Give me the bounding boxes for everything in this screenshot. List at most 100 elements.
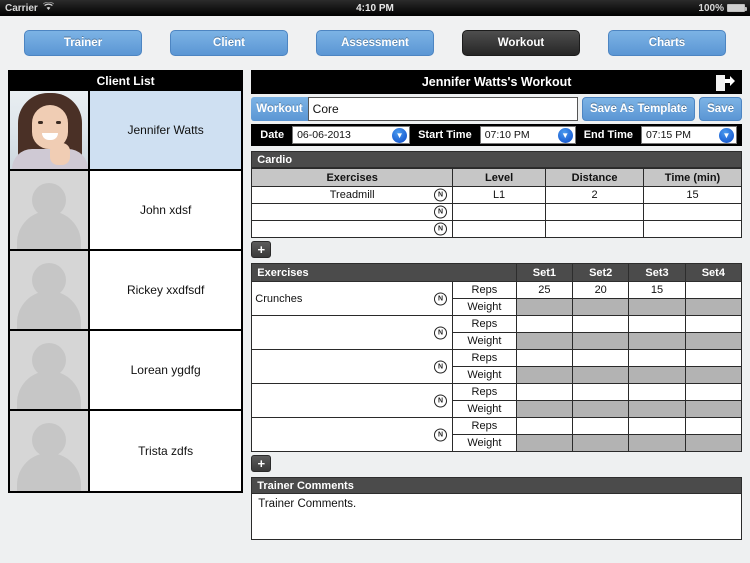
weight-cell[interactable] bbox=[572, 400, 630, 418]
note-icon[interactable]: N bbox=[434, 292, 448, 305]
cardio-level-cell[interactable] bbox=[452, 220, 547, 238]
add-cardio-row-button[interactable]: + bbox=[251, 241, 272, 258]
reps-cell[interactable] bbox=[628, 349, 686, 367]
cardio-table: Exercises Level Distance Time (min) Trea… bbox=[251, 168, 742, 238]
reps-cell[interactable] bbox=[628, 315, 686, 333]
chevron-down-icon[interactable]: ▼ bbox=[719, 128, 734, 143]
reps-cell[interactable]: 20 bbox=[572, 281, 630, 299]
cardio-distance-cell[interactable] bbox=[545, 220, 645, 238]
table-row[interactable]: N Reps bbox=[251, 315, 743, 350]
weight-cell[interactable] bbox=[628, 434, 686, 452]
page-title: Jennifer Watts's Workout bbox=[421, 75, 572, 89]
end-time-value: 07:15 PM bbox=[646, 129, 691, 141]
tab-assessment[interactable]: Assessment bbox=[316, 30, 434, 56]
reps-cell[interactable] bbox=[515, 383, 574, 401]
chevron-down-icon[interactable]: ▼ bbox=[557, 128, 573, 143]
tab-charts[interactable]: Charts bbox=[608, 30, 726, 56]
weight-cell[interactable] bbox=[628, 332, 686, 350]
list-item[interactable]: Trista zdfs bbox=[10, 411, 242, 491]
column-header-level: Level bbox=[452, 168, 547, 187]
reps-cell[interactable] bbox=[515, 315, 574, 333]
cardio-level-cell[interactable] bbox=[452, 203, 547, 221]
start-time-value: 07:10 PM bbox=[484, 129, 530, 141]
column-header-set4: Set4 bbox=[684, 263, 743, 282]
note-icon[interactable]: N bbox=[434, 360, 448, 373]
avatar bbox=[10, 171, 90, 249]
note-icon[interactable]: N bbox=[434, 205, 448, 219]
reps-cell[interactable] bbox=[684, 281, 743, 299]
weight-cell[interactable] bbox=[684, 298, 743, 316]
note-icon[interactable]: N bbox=[434, 326, 448, 339]
weight-cell[interactable] bbox=[515, 298, 574, 316]
weight-cell[interactable] bbox=[684, 434, 743, 452]
reps-cell[interactable] bbox=[515, 349, 574, 367]
table-row[interactable]: Crunches N Reps 25 20 15 bbox=[251, 281, 743, 316]
weight-cell[interactable] bbox=[628, 298, 686, 316]
table-row[interactable]: Treadmill N L1 2 15 bbox=[251, 186, 742, 204]
list-item[interactable]: Rickey xxdfsdf bbox=[10, 251, 242, 331]
weight-cell[interactable] bbox=[684, 332, 743, 350]
tab-workout[interactable]: Workout bbox=[462, 30, 580, 56]
reps-cell[interactable] bbox=[628, 417, 686, 435]
cardio-time-cell[interactable]: 15 bbox=[643, 186, 742, 204]
save-button[interactable]: Save bbox=[699, 97, 742, 121]
cardio-time-cell[interactable] bbox=[643, 220, 742, 238]
add-strength-row-button[interactable]: + bbox=[251, 455, 272, 472]
table-row[interactable]: N bbox=[251, 203, 742, 221]
weight-cell[interactable] bbox=[572, 332, 630, 350]
table-row[interactable]: N bbox=[251, 220, 742, 238]
weight-cell[interactable] bbox=[515, 332, 574, 350]
tab-client[interactable]: Client bbox=[170, 30, 288, 56]
weight-cell[interactable] bbox=[572, 434, 630, 452]
export-document-icon[interactable] bbox=[713, 73, 737, 93]
end-time-field[interactable]: 07:15 PM ▼ bbox=[641, 126, 737, 144]
cardio-time-cell[interactable] bbox=[643, 203, 742, 221]
reps-cell[interactable] bbox=[684, 417, 743, 435]
reps-cell[interactable] bbox=[572, 417, 630, 435]
column-header-set2: Set2 bbox=[572, 263, 630, 282]
weight-cell[interactable] bbox=[628, 366, 686, 384]
table-row[interactable]: N Reps bbox=[251, 383, 743, 418]
list-item[interactable]: Jennifer Watts bbox=[10, 91, 242, 171]
save-as-template-button[interactable]: Save As Template bbox=[581, 97, 696, 121]
reps-cell[interactable] bbox=[515, 417, 574, 435]
reps-cell[interactable]: 25 bbox=[515, 281, 574, 299]
weight-cell[interactable] bbox=[515, 400, 574, 418]
weight-cell[interactable] bbox=[572, 366, 630, 384]
start-time-field[interactable]: 07:10 PM ▼ bbox=[479, 126, 576, 144]
weight-cell[interactable] bbox=[515, 366, 574, 384]
chevron-down-icon[interactable]: ▼ bbox=[392, 128, 408, 143]
weight-cell[interactable] bbox=[572, 298, 630, 316]
table-row[interactable]: N Reps bbox=[251, 349, 743, 384]
avatar bbox=[10, 411, 90, 491]
weight-cell[interactable] bbox=[684, 400, 743, 418]
note-icon[interactable]: N bbox=[434, 188, 448, 202]
main-content: Client List Jennifer Watts John xdsf Ric… bbox=[0, 70, 750, 563]
client-name: Jennifer Watts bbox=[90, 91, 242, 169]
weight-cell[interactable] bbox=[628, 400, 686, 418]
note-icon[interactable]: N bbox=[434, 394, 448, 407]
list-item[interactable]: John xdsf bbox=[10, 171, 242, 251]
tab-trainer[interactable]: Trainer bbox=[24, 30, 142, 56]
date-field[interactable]: 06-06-2013 ▼ bbox=[292, 126, 411, 144]
reps-cell[interactable] bbox=[628, 383, 686, 401]
note-icon[interactable]: N bbox=[434, 222, 448, 236]
reps-cell[interactable]: 15 bbox=[628, 281, 686, 299]
reps-cell[interactable] bbox=[684, 349, 743, 367]
reps-cell[interactable] bbox=[572, 349, 630, 367]
weight-cell[interactable] bbox=[684, 366, 743, 384]
weight-cell[interactable] bbox=[515, 434, 574, 452]
trainer-comments-input[interactable]: Trainer Comments. bbox=[251, 494, 742, 540]
reps-cell[interactable] bbox=[572, 383, 630, 401]
cardio-distance-cell[interactable]: 2 bbox=[545, 186, 645, 204]
note-icon[interactable]: N bbox=[434, 428, 448, 441]
table-row[interactable]: N Reps bbox=[251, 417, 743, 452]
column-header-set1: Set1 bbox=[515, 263, 574, 282]
reps-cell[interactable] bbox=[684, 383, 743, 401]
cardio-level-cell[interactable]: L1 bbox=[452, 186, 547, 204]
cardio-distance-cell[interactable] bbox=[545, 203, 645, 221]
reps-cell[interactable] bbox=[684, 315, 743, 333]
list-item[interactable]: Lorean ygdfg bbox=[10, 331, 242, 411]
reps-cell[interactable] bbox=[572, 315, 630, 333]
workout-name-input[interactable] bbox=[307, 97, 578, 121]
